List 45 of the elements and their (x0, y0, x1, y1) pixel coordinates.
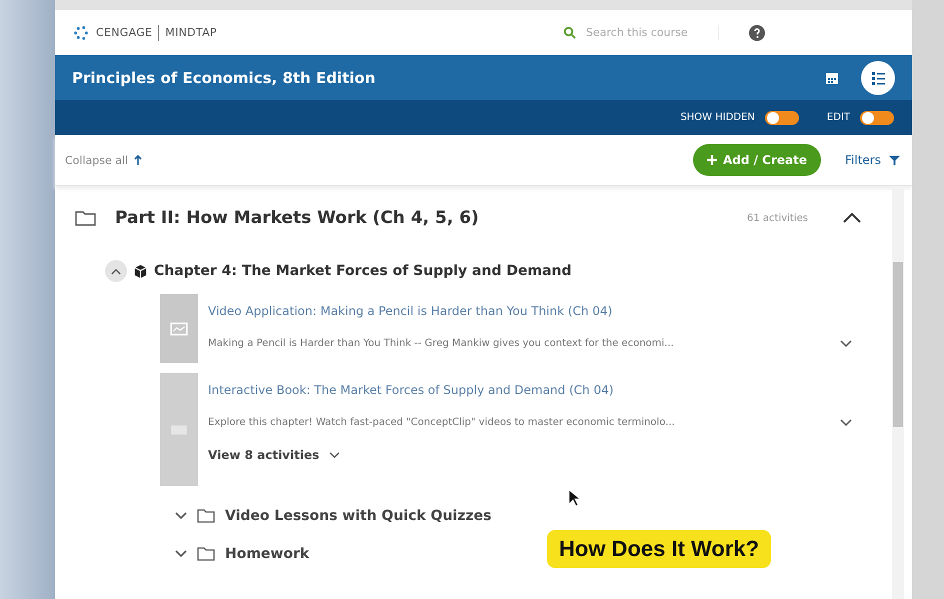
activity-thumbnail (160, 294, 198, 363)
filter-icon (889, 154, 900, 166)
chevron-down-icon[interactable] (840, 340, 852, 348)
filters-link[interactable]: Filters (845, 153, 900, 167)
activity-description: Explore this chapter! Watch fast-paced "ConceptClip" videos to master economic terminolo... (208, 417, 675, 428)
chevron-icon[interactable] (175, 512, 187, 520)
brand-name: CENGAGE (96, 26, 152, 39)
chevron-icon[interactable] (175, 550, 187, 558)
activity-count: 61 activities (747, 212, 808, 224)
list-view-button[interactable] (861, 60, 895, 94)
add-create-button[interactable]: Add / Create (692, 144, 822, 176)
toggle-label: EDIT (826, 112, 850, 123)
activity-title-link[interactable]: Video Application: Making a Pencil is Harder than You Think (Ch 04) (208, 304, 852, 318)
folder-title: Homework (225, 546, 310, 562)
scrollbar-thumb[interactable] (893, 262, 903, 427)
folder-icon (75, 210, 97, 226)
toggle-switch[interactable] (860, 110, 894, 124)
view-activities-link[interactable]: View 8 activities (208, 448, 852, 462)
part-title: Part II: How Markets Work (Ch 4, 5, 6) (115, 208, 480, 228)
activity-description: Making a Pencil is Harder than You Think -- Greg Mankiw gives you context for the economi... (208, 338, 674, 349)
list-icon (870, 70, 886, 86)
toggle-switch[interactable] (764, 110, 799, 124)
course-title: Principles of Economics, 8th Edition (72, 68, 376, 86)
folder-icon (197, 509, 215, 523)
collapse-all-link[interactable]: Collapse all (65, 154, 142, 166)
folder-title: Video Lessons with Quick Quizzes (225, 508, 492, 524)
arrow-up-icon (134, 155, 142, 165)
chevron-down-icon[interactable] (840, 418, 852, 426)
caption-badge: How Does It Work? (547, 530, 772, 568)
dots-logo-icon (72, 24, 90, 42)
cube-icon (133, 264, 148, 278)
calendar-icon[interactable] (825, 70, 839, 84)
chevron-down-icon (329, 452, 340, 458)
toggle-label: SHOW HIDDEN (680, 112, 755, 123)
chevron-up-icon (111, 268, 121, 274)
help-icon[interactable] (749, 24, 765, 40)
cursor-icon (568, 489, 580, 507)
chevron-icon[interactable] (842, 212, 862, 224)
activity-title-link[interactable]: Interactive Book: The Market Forces of Supply and Demand (Ch 04) (208, 383, 852, 397)
chapter-title: Chapter 4: The Market Forces of Supply and Demand (154, 263, 572, 279)
folder-icon (197, 547, 215, 561)
plus-icon (706, 155, 717, 165)
search-icon (563, 26, 576, 39)
product-name: MINDTAP (165, 26, 217, 39)
collapse-toggle[interactable] (105, 260, 127, 282)
